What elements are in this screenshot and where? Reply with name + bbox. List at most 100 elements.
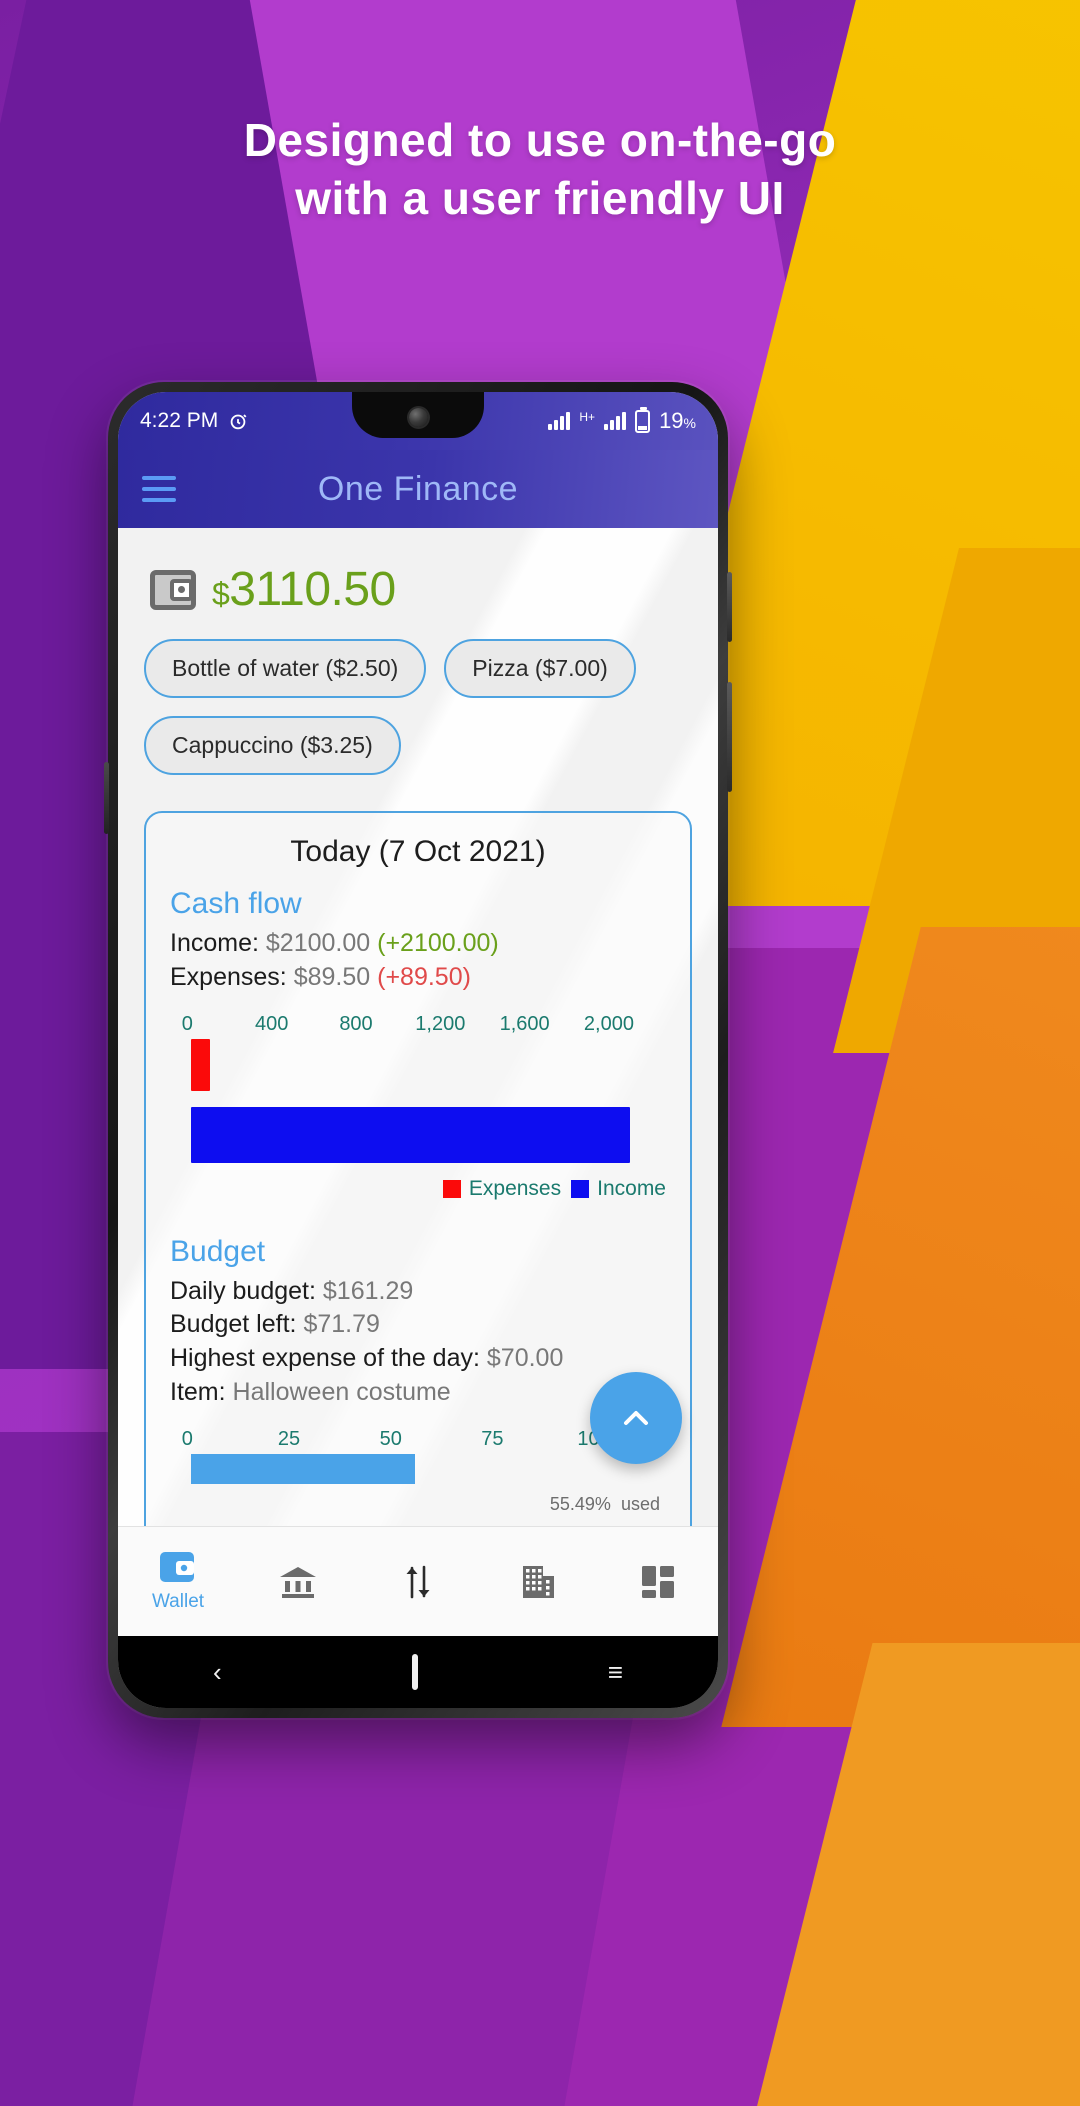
legend-label-income: Income — [597, 1176, 666, 1200]
signal-bars-icon — [548, 412, 571, 430]
cashflow-axis-tick: 0 — [181, 1012, 193, 1035]
income-label: Income: — [170, 929, 259, 957]
budget-used-word: used — [620, 1493, 660, 1514]
cashflow-axis-tick: 800 — [339, 1012, 373, 1035]
income-delta: (+2100.00) — [377, 929, 499, 957]
cashflow-axis-tick: 400 — [254, 1012, 289, 1035]
budget-left-value: $71.79 — [303, 1310, 380, 1339]
android-back-button[interactable]: ‹ — [213, 1657, 222, 1688]
budget-heading: Budget — [170, 1234, 266, 1268]
legend-swatch-expenses — [442, 1179, 461, 1198]
cashflow-bar-expenses — [191, 1038, 210, 1091]
headline-line-2: with a user friendly UI — [295, 171, 785, 224]
nav-label-wallet: Wallet — [151, 1591, 205, 1612]
scroll-to-top-fab[interactable] — [590, 1372, 682, 1464]
quick-chip-pizza[interactable]: Pizza ($7.00) — [444, 639, 636, 698]
budget-axis-tick: 50 — [379, 1427, 402, 1450]
item-label: Item: — [170, 1377, 226, 1406]
nav-item-wallet[interactable]: Wallet — [118, 1550, 238, 1613]
front-camera-icon — [408, 407, 428, 427]
nav-item-transfer[interactable] — [358, 1563, 478, 1601]
budget-used-annotation: 55.49% used — [550, 1494, 660, 1515]
expenses-row: Expenses: $89.50 (+89.50) — [170, 961, 666, 995]
highest-expense-row: Highest expense of the day: $70.00 — [170, 1342, 666, 1376]
transfer-arrows-icon — [406, 1565, 430, 1598]
expenses-delta: (+89.50) — [377, 962, 471, 991]
status-bar-left: 4:22 PM — [140, 409, 249, 433]
nav-item-dashboard[interactable] — [598, 1564, 718, 1600]
cashflow-axis-tick: 1,600 — [499, 1012, 550, 1035]
cashflow-chart-axis: 0 400 800 1,200 1,600 2,000 — [170, 1013, 666, 1039]
building-icon — [523, 1565, 554, 1598]
budget-chart: 0255075100 55.49% used Budget usage — [170, 1428, 666, 1527]
wallet-icon — [150, 569, 196, 610]
chevron-up-icon — [624, 1411, 648, 1425]
cashflow-heading: Cash flow — [170, 887, 302, 920]
status-bar-right: H+ 19% — [548, 406, 696, 434]
status-time: 4:22 PM — [140, 409, 219, 432]
android-home-button[interactable] — [411, 1653, 418, 1690]
cashflow-chart-legend: Expenses Income — [170, 1177, 666, 1201]
cashflow-chart-bars — [170, 1038, 666, 1163]
headline-line-1: Designed to use on-the-go — [243, 114, 837, 166]
daily-budget-value: $161.29 — [322, 1276, 414, 1305]
battery-percent: 19% — [659, 408, 696, 433]
nav-item-bank[interactable] — [238, 1564, 358, 1600]
highest-expense-label: Highest expense of the day: — [170, 1344, 480, 1372]
phone-left-button — [104, 762, 109, 834]
budget-chart-bars: 55.49% used Budget usage — [170, 1453, 666, 1527]
bottom-navigation: Wallet — [118, 1526, 718, 1636]
legend-item-income: Income — [571, 1177, 666, 1201]
main-content: $3110.50 Bottle of water ($2.50) Pizza (… — [118, 528, 718, 1526]
highest-expense-value: $70.00 — [486, 1344, 564, 1372]
budget-used-percent: 55.49% — [549, 1493, 611, 1514]
cashflow-section: Cash flow Income: $2100.00 (+2100.00) Ex… — [170, 887, 666, 1201]
battery-icon — [635, 406, 651, 433]
wallet-icon — [160, 1552, 194, 1582]
promo-headline: Designed to use on-the-go with a user fr… — [0, 112, 1080, 227]
expenses-label: Expenses: — [170, 962, 287, 991]
signal-bars-2-icon — [604, 412, 627, 430]
phone-notch — [352, 392, 484, 438]
cashflow-axis-tick: 1,200 — [415, 1012, 466, 1035]
android-navigation-bar: ‹ ≡ — [118, 1636, 718, 1708]
status-bar: 4:22 PM H+ 19% — [118, 392, 718, 450]
income-row: Income: $2100.00 (+2100.00) — [170, 927, 666, 961]
android-recents-button[interactable]: ≡ — [608, 1657, 623, 1688]
expenses-value: $89.50 — [293, 962, 371, 991]
budget-left-label: Budget left: — [170, 1310, 297, 1339]
balance-row: $3110.50 — [150, 562, 692, 617]
bank-icon — [280, 1566, 316, 1598]
phone-power-button — [727, 682, 732, 792]
nav-item-building[interactable] — [478, 1564, 598, 1600]
quick-add-chips: Bottle of water ($2.50) Pizza ($7.00) Ca… — [144, 639, 692, 775]
quick-chip-cappuccino[interactable]: Cappuccino ($3.25) — [144, 716, 401, 775]
budget-axis-tick: 0 — [181, 1427, 193, 1450]
cashflow-chart: 0 400 800 1,200 1,600 2,000 Expenses Inc… — [170, 1013, 666, 1201]
phone-mockup: 4:22 PM H+ 19% One Finance $3110.50 Bott… — [104, 382, 732, 1718]
app-title: One Finance — [317, 469, 519, 508]
legend-item-expenses: Expenses — [442, 1176, 562, 1201]
cashflow-bar-income — [191, 1106, 631, 1163]
income-value: $2100.00 — [265, 929, 371, 957]
quick-chip-bottle-of-water[interactable]: Bottle of water ($2.50) — [144, 639, 427, 698]
phone-screen-frame: 4:22 PM H+ 19% One Finance $3110.50 Bott… — [118, 392, 718, 1708]
legend-swatch-income — [571, 1179, 590, 1198]
alarm-clock-icon — [230, 414, 247, 430]
budget-axis-tick: 75 — [481, 1427, 504, 1450]
legend-label-expenses: Expenses — [468, 1176, 562, 1200]
phone-volume-button — [727, 572, 732, 642]
cashflow-axis-tick: 2,000 — [583, 1012, 634, 1035]
hamburger-menu-icon[interactable] — [142, 476, 176, 502]
daily-budget-row: Daily budget: $161.29 — [170, 1275, 666, 1309]
card-title: Today (7 Oct 2021) — [290, 835, 546, 868]
budget-axis-tick: 25 — [277, 1427, 301, 1450]
budget-left-row: Budget left: $71.79 — [170, 1308, 666, 1342]
network-type-label: H+ — [579, 410, 596, 424]
app-screen: 4:22 PM H+ 19% One Finance $3110.50 Bott… — [118, 392, 718, 1708]
budget-section: Budget Daily budget: $161.29 Budget left… — [170, 1235, 666, 1527]
balance-amount: $3110.50 — [212, 563, 396, 616]
budget-usage-bar — [191, 1453, 416, 1484]
app-bar: One Finance — [118, 450, 718, 528]
grid-dashboard-icon — [642, 1565, 674, 1598]
